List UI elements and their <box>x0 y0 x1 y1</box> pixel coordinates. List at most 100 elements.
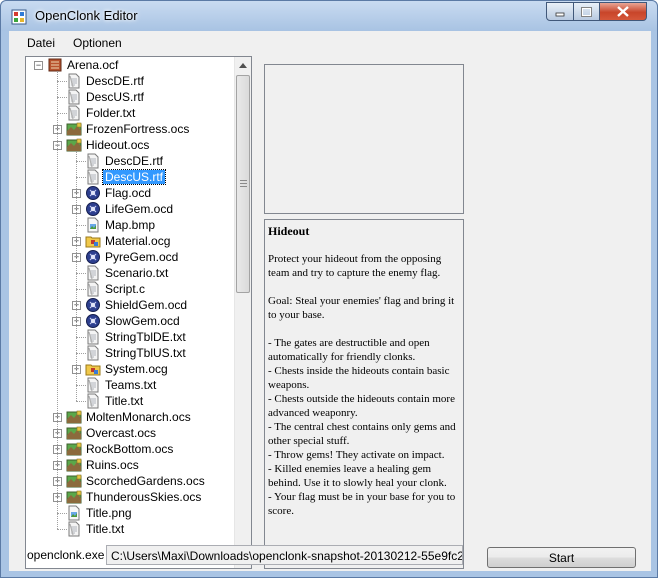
tree-item-label[interactable]: DescDE.rtf <box>84 74 146 88</box>
document-icon <box>85 393 101 409</box>
scenario-icon <box>66 409 82 425</box>
title-preview-image <box>264 64 464 214</box>
collapse-icon[interactable]: − <box>34 61 43 70</box>
scroll-up-button[interactable] <box>235 57 251 73</box>
document-icon <box>66 89 82 105</box>
tree-item-label[interactable]: Flag.ocd <box>103 186 153 200</box>
tree-item-label[interactable]: Title.png <box>84 506 134 520</box>
scenario-icon <box>66 121 82 137</box>
tree-item-label[interactable]: DescUS.rtf <box>84 90 146 104</box>
scroll-thumb[interactable] <box>236 75 250 293</box>
image-icon <box>66 505 82 521</box>
document-icon <box>85 377 101 393</box>
definition-icon <box>85 185 101 201</box>
document-icon <box>85 345 101 361</box>
grip-line <box>240 180 247 181</box>
tree-item-label[interactable]: ShieldGem.ocd <box>103 298 189 312</box>
tree-item-label[interactable]: System.ocg <box>103 362 170 376</box>
document-icon <box>66 521 82 537</box>
menu-optionen[interactable]: Optionen <box>73 36 122 50</box>
tree-item-label[interactable]: Title.txt <box>103 394 145 408</box>
tree-connector <box>76 151 77 401</box>
description-bullets: - The gates are destructible and open au… <box>268 336 460 518</box>
scenario-icon <box>66 425 82 441</box>
tree-item-label[interactable]: LifeGem.ocd <box>103 202 175 216</box>
tree-item-label[interactable]: SlowGem.ocd <box>103 314 182 328</box>
arrow-up-icon <box>239 62 247 68</box>
maximize-icon <box>581 6 592 17</box>
scenario-icon <box>66 457 82 473</box>
close-icon <box>617 6 629 17</box>
tree-item-label[interactable]: FrozenFortress.ocs <box>84 122 191 136</box>
scenario-icon <box>66 137 82 153</box>
path-field[interactable]: C:\Users\Maxi\Downloads\openclonk-snapsh… <box>106 545 463 565</box>
tree-item-label[interactable]: Scenario.txt <box>103 266 170 280</box>
tree-item-label[interactable]: Map.bmp <box>103 218 157 232</box>
window-title: OpenClonk Editor <box>35 8 138 23</box>
scenario-icon <box>66 473 82 489</box>
tree-item-label[interactable]: Title.txt <box>84 522 126 536</box>
tree-item-label[interactable]: DescDE.rtf <box>103 154 165 168</box>
group-icon <box>85 233 101 249</box>
tree-item-label[interactable]: StringTblUS.txt <box>103 346 188 360</box>
minimize-icon <box>555 12 565 16</box>
tree-item-label[interactable]: RockBottom.ocs <box>84 442 175 456</box>
document-icon <box>85 281 101 297</box>
menu-bar: Datei Optionen <box>9 31 651 55</box>
grip-line <box>240 183 247 184</box>
group-icon <box>85 361 101 377</box>
document-icon <box>85 169 101 185</box>
tree-item-label[interactable]: Hideout.ocs <box>84 138 151 152</box>
description-intro: Protect your hideout from the opposing t… <box>268 253 442 279</box>
close-button[interactable] <box>599 2 647 21</box>
tree-item-label[interactable]: Script.c <box>103 282 147 296</box>
archive-icon <box>47 57 63 73</box>
tree-item-label[interactable]: Overcast.ocs <box>84 426 158 440</box>
tree-item-label[interactable]: Teams.txt <box>103 378 158 392</box>
description-bullet: - The central chest contains only gems a… <box>268 421 456 447</box>
start-button[interactable]: Start <box>487 547 636 568</box>
app-window: OpenClonk Editor Datei Optionen − Arena.o… <box>0 0 658 578</box>
description-bullet: - Your flag must be in your base for you… <box>268 491 456 517</box>
scenario-icon <box>66 489 82 505</box>
menu-datei[interactable]: Datei <box>27 36 55 50</box>
document-icon <box>66 105 82 121</box>
grip-line <box>240 186 247 187</box>
definition-icon <box>85 249 101 265</box>
definition-icon <box>85 201 101 217</box>
description-bullet: - The gates are destructible and open au… <box>268 337 430 363</box>
tree-item-label[interactable]: StringTblDE.txt <box>103 330 188 344</box>
image-icon <box>85 217 101 233</box>
document-icon <box>85 153 101 169</box>
tree-scrollbar[interactable] <box>234 57 251 568</box>
tree-item-label[interactable]: Material.ocg <box>103 234 172 248</box>
tree-connector <box>57 71 58 529</box>
description-title: Hideout <box>268 224 310 238</box>
tree-item-label[interactable]: ThunderousSkies.ocs <box>84 490 203 504</box>
exe-label: openclonk.exe <box>27 548 105 562</box>
title-bar[interactable]: OpenClonk Editor <box>1 1 657 31</box>
definition-icon <box>85 313 101 329</box>
minimize-button[interactable] <box>546 2 574 21</box>
scenario-description: Hideout Protect your hideout from the op… <box>264 219 464 569</box>
description-bullet: - Chests outside the hideouts contain mo… <box>268 393 455 419</box>
tree-item-label[interactable]: Arena.ocf <box>65 58 120 72</box>
tree-item-label[interactable]: Folder.txt <box>84 106 137 120</box>
scenario-icon <box>66 441 82 457</box>
tree-item-label[interactable]: ScorchedGardens.ocs <box>84 474 207 488</box>
document-icon <box>85 265 101 281</box>
description-bullet: - Chests inside the hideouts contain bas… <box>268 365 450 391</box>
maximize-button[interactable] <box>573 2 600 21</box>
description-goal: Goal: Steal your enemies' flag and bring… <box>268 295 455 321</box>
document-icon <box>85 329 101 345</box>
definition-icon <box>85 297 101 313</box>
tree-item-label[interactable]: DescUS.rtf <box>101 169 167 185</box>
client-area: Datei Optionen − Arena.ocf DescDE.rtf DescU… <box>9 31 651 571</box>
description-bullet: - Killed enemies leave a healing gem beh… <box>268 463 447 489</box>
tree-item-label[interactable]: PyreGem.ocd <box>103 250 180 264</box>
tree-item-label[interactable]: MoltenMonarch.ocs <box>84 410 193 424</box>
tree-item-label[interactable]: Ruins.ocs <box>84 458 141 472</box>
description-bullet: - Throw gems! They activate on impact. <box>268 449 445 461</box>
app-icon <box>11 9 27 25</box>
file-tree[interactable]: − Arena.ocf DescDE.rtf DescUS.rtf Folder.txt… <box>25 56 252 569</box>
